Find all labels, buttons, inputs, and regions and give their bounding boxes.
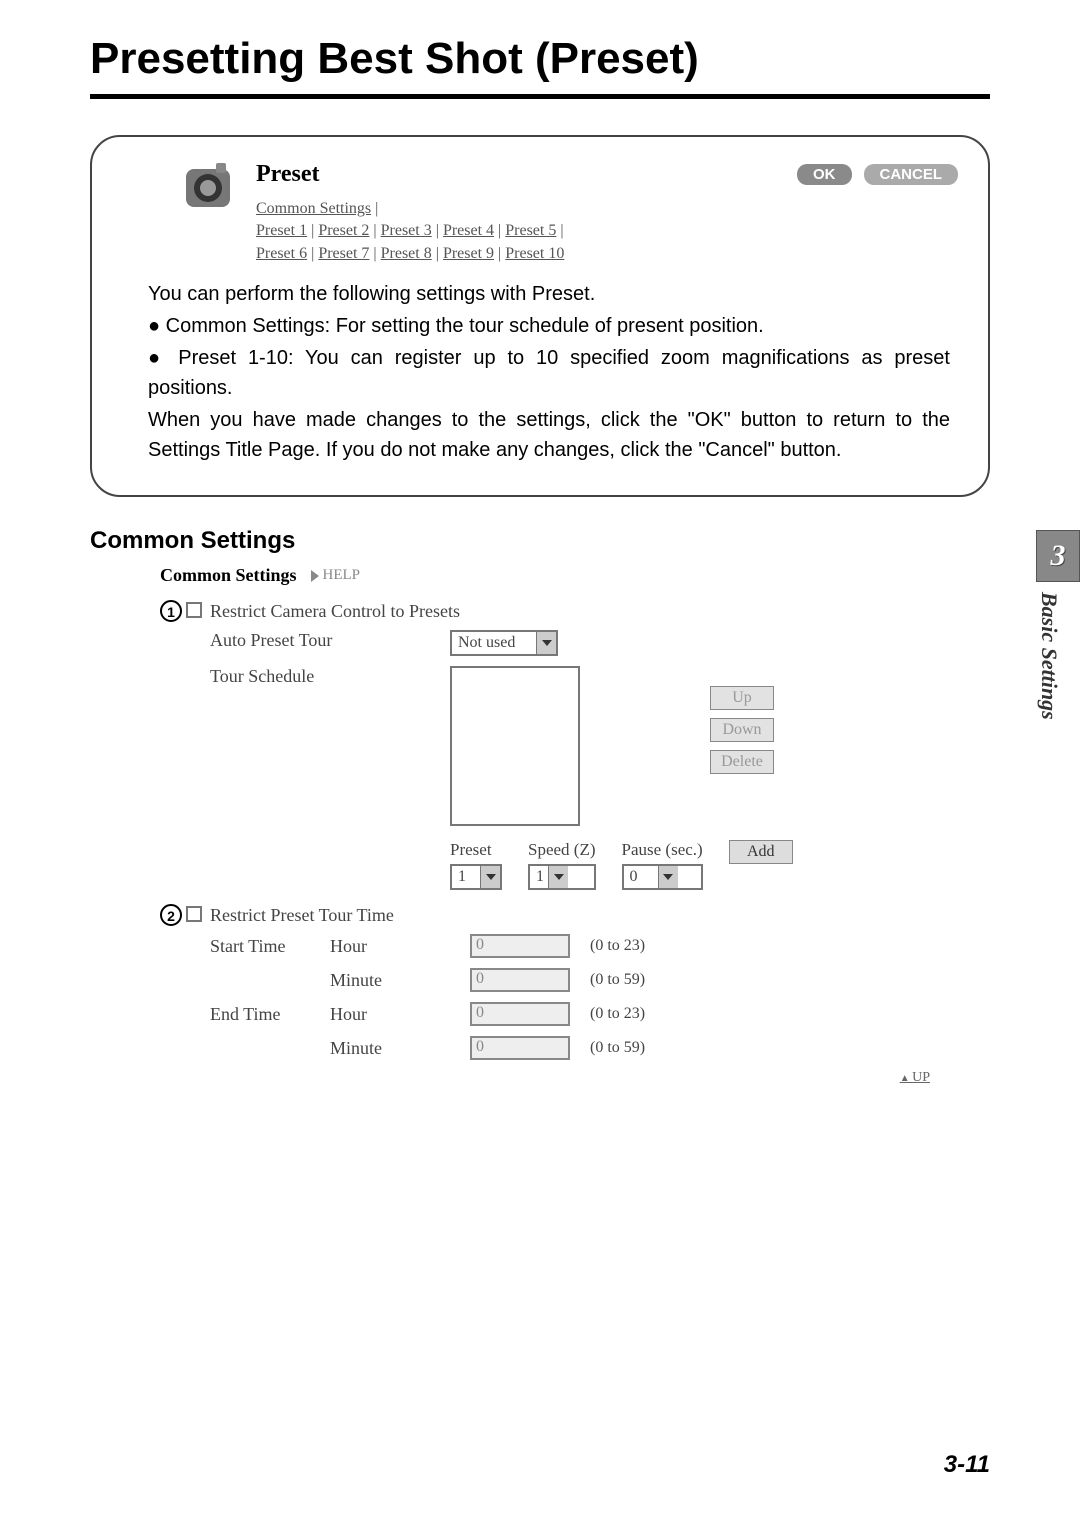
preset-link-block: Common Settings | Preset 1 | Preset 2 | … (256, 198, 958, 265)
link-common-settings[interactable]: Common Settings (256, 200, 371, 217)
info-box: Preset OK CANCEL Common Settings | Prese… (90, 135, 990, 497)
link-preset-2[interactable]: Preset 2 (318, 222, 369, 239)
restrict-tour-time-checkbox[interactable] (186, 906, 202, 922)
camera-lens-icon (182, 161, 234, 213)
up-button[interactable]: Up (710, 686, 774, 710)
preset-value: 1 (452, 866, 480, 888)
preset-select[interactable]: 1 (450, 864, 502, 890)
link-preset-4[interactable]: Preset 4 (443, 222, 494, 239)
chapter-badge: 3 (1036, 530, 1080, 582)
info-bullet-1: Common Settings: For setting the tour sc… (148, 311, 950, 341)
add-button[interactable]: Add (729, 840, 793, 864)
end-time-label: End Time (210, 1004, 320, 1025)
callout-1: 1 (160, 600, 182, 622)
cancel-button[interactable]: CANCEL (864, 164, 959, 185)
end-hour-label: Hour (330, 1004, 460, 1025)
link-preset-1[interactable]: Preset 1 (256, 222, 307, 239)
chevron-down-icon (480, 866, 500, 888)
pause-select[interactable]: 0 (622, 864, 703, 890)
start-hour-label: Hour (330, 936, 460, 957)
up-link[interactable]: UP (160, 1070, 930, 1086)
page-title: Presetting Best Shot (Preset) (90, 30, 990, 94)
end-minute-input[interactable]: 0 (470, 1036, 570, 1060)
callout-2: 2 (160, 904, 182, 926)
chevron-down-icon (536, 632, 556, 654)
link-preset-7[interactable]: Preset 7 (318, 245, 369, 262)
page-number: 3-11 (944, 1451, 990, 1479)
pause-value: 0 (624, 866, 658, 888)
start-minute-label: Minute (330, 970, 460, 991)
tour-schedule-label: Tour Schedule (210, 666, 450, 687)
start-time-label: Start Time (210, 936, 320, 957)
auto-preset-tour-label: Auto Preset Tour (210, 630, 450, 651)
side-tab: 3 Basic Settings (1036, 530, 1080, 720)
settings-panel: Common Settings HELP 1 Restrict Camera C… (160, 565, 930, 1086)
info-p2: When you have made changes to the settin… (148, 405, 950, 465)
link-preset-3[interactable]: Preset 3 (381, 222, 432, 239)
link-preset-8[interactable]: Preset 8 (381, 245, 432, 262)
auto-preset-tour-select[interactable]: Not used (450, 630, 558, 656)
end-hour-range: (0 to 23) (590, 1005, 645, 1023)
pause-col-label: Pause (sec.) (622, 840, 703, 860)
link-preset-5[interactable]: Preset 5 (505, 222, 556, 239)
help-icon (311, 570, 319, 582)
start-hour-range: (0 to 23) (590, 937, 645, 955)
down-button[interactable]: Down (710, 718, 774, 742)
chevron-down-icon (548, 866, 568, 888)
delete-button[interactable]: Delete (710, 750, 774, 774)
restrict-camera-label: Restrict Camera Control to Presets (210, 600, 460, 622)
auto-preset-tour-value: Not used (452, 632, 536, 654)
link-preset-9[interactable]: Preset 9 (443, 245, 494, 262)
chevron-down-icon (658, 866, 678, 888)
restrict-camera-checkbox[interactable] (186, 602, 202, 618)
speed-value: 1 (530, 866, 548, 888)
help-link[interactable]: HELP (323, 567, 361, 584)
ok-button[interactable]: OK (797, 164, 852, 185)
restrict-tour-time-label: Restrict Preset Tour Time (210, 904, 394, 926)
end-minute-label: Minute (330, 1038, 460, 1059)
common-settings-heading: Common Settings (160, 565, 297, 586)
link-preset-6[interactable]: Preset 6 (256, 245, 307, 262)
link-preset-10[interactable]: Preset 10 (505, 245, 564, 262)
start-minute-range: (0 to 59) (590, 971, 645, 989)
title-underline (90, 94, 990, 99)
preset-title: Preset (256, 161, 785, 188)
info-bullet-2: Preset 1-10: You can register up to 10 s… (148, 343, 950, 403)
start-minute-input[interactable]: 0 (470, 968, 570, 992)
tour-schedule-listbox[interactable] (450, 666, 580, 826)
section-title: Common Settings (90, 527, 990, 555)
chapter-label: Basic Settings (1036, 592, 1062, 720)
end-minute-range: (0 to 59) (590, 1039, 645, 1057)
preset-col-label: Preset (450, 840, 502, 860)
speed-col-label: Speed (Z) (528, 840, 596, 860)
start-hour-input[interactable]: 0 (470, 934, 570, 958)
info-p1: You can perform the following settings w… (148, 279, 950, 309)
speed-select[interactable]: 1 (528, 864, 596, 890)
end-hour-input[interactable]: 0 (470, 1002, 570, 1026)
